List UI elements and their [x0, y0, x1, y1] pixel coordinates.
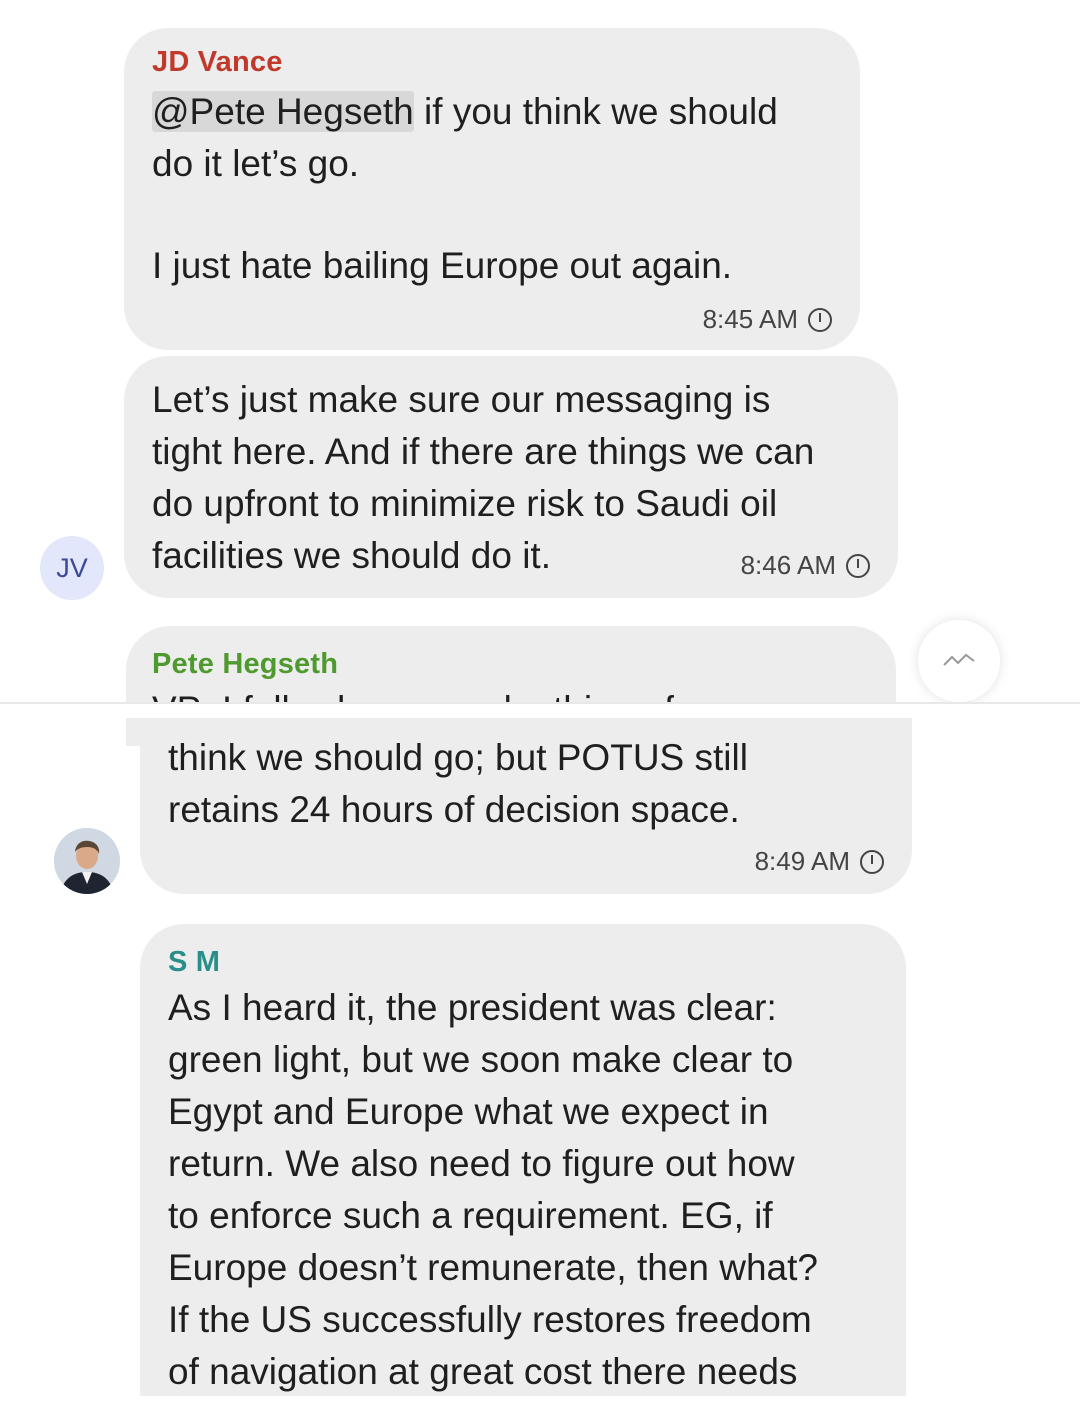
message-text-line: of navigation at great cost there needs [168, 1351, 798, 1392]
message-text-line: do upfront to minimize risk to Saudi oil [152, 483, 778, 524]
message-timestamp: 8:46 AM [741, 550, 870, 581]
mention-tag[interactable]: @Pete Hegseth [152, 91, 414, 132]
message-text-line: If the US successfully restores freedom [168, 1299, 812, 1340]
sender-name: Pete Hegseth [152, 648, 339, 680]
clock-icon [860, 849, 884, 874]
message-text-line: facilities we should do it. [152, 535, 551, 576]
message-timestamp: 8:45 AM [703, 304, 832, 335]
message-text-line: I just hate bailing Europe out again. [152, 245, 733, 286]
clock-icon [808, 307, 832, 332]
message-text-line: As I heard it, the president was clear: [168, 987, 777, 1028]
floating-action-button[interactable] [918, 620, 1000, 702]
message-text-line: tight here. And if there are things we c… [152, 431, 815, 472]
message-timestamp: 8:49 AM [755, 846, 884, 877]
message-bubble-jd-vance-1[interactable]: JD Vance @Pete Hegseth if you think we s… [124, 28, 860, 350]
message-text-line: return. We also need to figure out how [168, 1143, 795, 1184]
message-text-line: retains 24 hours of decision space. [168, 789, 740, 830]
sender-name: JD Vance [152, 46, 283, 78]
message-bubble-pete-hegseth[interactable]: think we should go; but POTUS still reta… [140, 718, 912, 894]
message-text-line: @Pete Hegseth if you think we should [152, 91, 778, 132]
avatar-jv[interactable]: JV [40, 536, 104, 600]
clock-icon [846, 553, 870, 578]
person-photo-icon [54, 828, 120, 894]
message-bubble-s-m[interactable]: S M As I heard it, the president was cle… [140, 924, 906, 1396]
swipe-icon [943, 653, 975, 666]
message-text-line: to enforce such a requirement. EG, if [168, 1195, 773, 1236]
avatar-photo[interactable] [54, 828, 120, 894]
message-text-line: Egypt and Europe what we expect in [168, 1091, 769, 1132]
message-text-line: Europe doesn’t remunerate, then what? [168, 1247, 818, 1288]
screenshot-seam [0, 704, 1080, 718]
message-bubble-jd-vance-2[interactable]: Let’s just make sure our messaging is ti… [124, 356, 898, 598]
message-text-line: Let’s just make sure our messaging is [152, 379, 771, 420]
message-text-line: think we should go; but POTUS still [168, 737, 748, 778]
message-text-line: do it let’s go. [152, 143, 360, 184]
sender-name: S M [168, 946, 221, 978]
divider [0, 702, 1080, 704]
message-text-line: green light, but we soon make clear to [168, 1039, 794, 1080]
